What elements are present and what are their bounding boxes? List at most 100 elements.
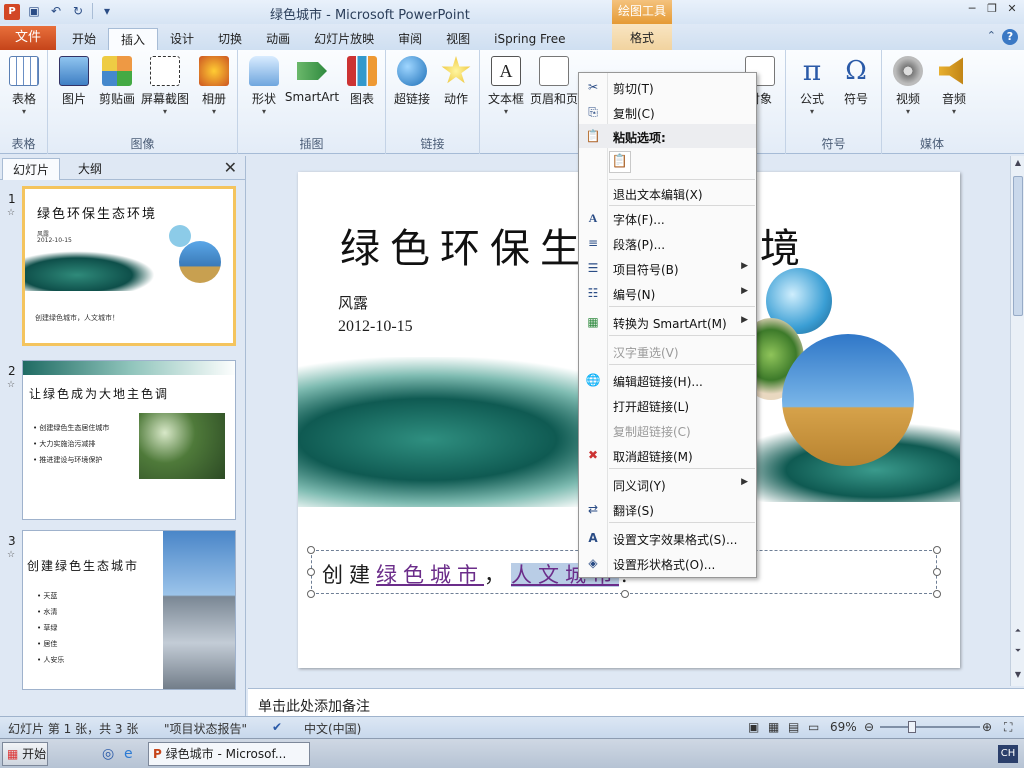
view-slideshow-icon[interactable]: ▭: [808, 720, 819, 734]
menu-item-exit-text-edit[interactable]: 退出文本编辑(X): [579, 181, 756, 205]
header-footer-button[interactable]: 页眉和页: [528, 56, 580, 107]
scroll-thumb[interactable]: [1013, 176, 1023, 316]
ie-icon[interactable]: e: [124, 746, 133, 762]
menu-item-cut[interactable]: ✂ 剪切(T): [579, 75, 756, 99]
screenshot-button[interactable]: 屏幕截图 ▾: [140, 56, 190, 116]
menu-item-copy[interactable]: ⎘ 复制(C): [579, 100, 756, 124]
video-button[interactable]: 视频 ▾: [886, 56, 930, 116]
chart-button[interactable]: 图表: [342, 56, 382, 107]
scroll-page-down-icon[interactable]: ⏷: [1011, 646, 1024, 656]
menu-item-shape-format[interactable]: ◈ 设置形状格式(O)...: [579, 551, 756, 575]
status-bar: 幻灯片 第 1 张，共 3 张 "项目状态报告" ✔ 中文(中国) ▣ ▦ ▤ …: [0, 716, 1024, 738]
action-button[interactable]: 动作: [436, 56, 476, 107]
theme-name[interactable]: "项目状态报告": [164, 720, 247, 737]
spellcheck-icon[interactable]: ✔: [272, 720, 282, 734]
resize-handle[interactable]: [621, 590, 629, 598]
view-reading-icon[interactable]: ▤: [788, 720, 799, 734]
ribbon-insert: 表格 ▾ 表格 图片 剪贴画 屏幕截图 ▾ 相册 ▾ 图像 形状 ▾ Smart…: [0, 50, 1024, 154]
tab-format[interactable]: 格式: [612, 24, 672, 50]
menu-item-convert-smartart[interactable]: ▦ 转换为 SmartArt(M) ▶: [579, 310, 756, 334]
resize-handle[interactable]: [933, 546, 941, 554]
resize-handle[interactable]: [307, 590, 315, 598]
language-indicator[interactable]: 中文(中国): [304, 720, 361, 737]
equation-button[interactable]: π 公式 ▾: [792, 56, 832, 117]
notes-pane[interactable]: 单击此处添加备注: [248, 688, 1024, 716]
speaker-icon: [939, 57, 963, 85]
symbol-button[interactable]: Ω 符号: [836, 56, 876, 107]
slide-author[interactable]: 风露: [338, 292, 368, 313]
minimize-ribbon-icon[interactable]: ⌃: [987, 29, 996, 42]
slide-thumbnail-2[interactable]: 让绿色成为大地主色调 • 创建绿色生态居住城市 • 大力实施治污减排 • 推进建…: [22, 360, 236, 520]
ime-indicator[interactable]: CH: [998, 745, 1018, 763]
zoom-in-icon[interactable]: ⊕: [982, 720, 992, 734]
save-icon[interactable]: ▣: [26, 3, 42, 19]
quick-launch-icon[interactable]: ◎: [102, 746, 114, 762]
menu-item-remove-hyperlink[interactable]: ✖ 取消超链接(M): [579, 443, 756, 467]
shapes-button[interactable]: 形状 ▾: [244, 56, 284, 116]
smartart-button[interactable]: SmartArt: [284, 56, 340, 104]
resize-handle[interactable]: [307, 546, 315, 554]
menu-item-edit-hyperlink[interactable]: 🌐 编辑超链接(H)...: [579, 368, 756, 392]
tab-view[interactable]: 视图: [434, 28, 482, 50]
tab-design[interactable]: 设计: [158, 28, 206, 50]
close-icon[interactable]: ✕: [1004, 2, 1020, 16]
taskbar-item-powerpoint[interactable]: P 绿色城市 - Microsof...: [148, 742, 310, 766]
zoom-slider-knob[interactable]: [908, 721, 916, 733]
menu-item-text-effects[interactable]: A 设置文字效果格式(S)...: [579, 526, 756, 550]
close-panel-icon[interactable]: ✕: [224, 158, 237, 177]
album-button[interactable]: 相册 ▾: [194, 56, 234, 116]
hyperlink-green-city[interactable]: 绿色城市: [376, 563, 484, 587]
tab-transitions[interactable]: 切换: [206, 28, 254, 50]
hyperlink-button[interactable]: 超链接: [390, 56, 434, 107]
textbox-button[interactable]: A 文本框 ▾: [484, 56, 528, 116]
tab-animations[interactable]: 动画: [254, 28, 302, 50]
tab-slideshow[interactable]: 幻灯片放映: [302, 28, 386, 50]
menu-separator: [609, 468, 755, 469]
resize-handle[interactable]: [933, 568, 941, 576]
tab-file[interactable]: 文件: [0, 26, 56, 50]
view-sorter-icon[interactable]: ▦: [768, 720, 779, 734]
zoom-out-icon[interactable]: ⊖: [864, 720, 874, 734]
slide-thumbnail-3[interactable]: 创建绿色生态城市 • 天蓝 • 水清 • 草绿 • 居佳 • 人安乐: [22, 530, 236, 690]
menu-separator: [609, 306, 755, 307]
menu-item-open-hyperlink[interactable]: 打开超链接(L): [579, 393, 756, 417]
bullet-text: 推进建设与环境保护: [39, 456, 103, 464]
menu-item-font[interactable]: A 字体(F)...: [579, 206, 756, 230]
scroll-down-icon[interactable]: ▼: [1011, 670, 1024, 679]
tab-ispring[interactable]: iSpring Free: [482, 28, 577, 50]
menu-item-synonyms[interactable]: 同义词(Y) ▶: [579, 472, 756, 496]
resize-handle[interactable]: [933, 590, 941, 598]
scroll-page-up-icon[interactable]: ⏶: [1011, 626, 1024, 636]
menu-item-bullets[interactable]: ☰ 项目符号(B) ▶: [579, 256, 756, 280]
undo-icon[interactable]: ↶: [48, 3, 64, 19]
powerpoint-app-icon[interactable]: P: [4, 4, 20, 20]
help-icon[interactable]: ?: [1002, 29, 1018, 45]
redo-icon[interactable]: ↻: [70, 3, 86, 19]
audio-button[interactable]: 音频 ▾: [932, 56, 976, 116]
menu-item-numbering[interactable]: ☷ 编号(N) ▶: [579, 281, 756, 305]
start-button[interactable]: ▦ 开始: [2, 742, 48, 766]
fit-to-window-icon[interactable]: ⛶: [1004, 720, 1012, 735]
slide-thumbnail-1[interactable]: 绿色环保生态环境 风露 2012-10-15 创建绿色城市，人文城市！: [22, 186, 236, 346]
clipart-button[interactable]: 剪贴画: [96, 56, 138, 107]
tab-review[interactable]: 审阅: [386, 28, 434, 50]
table-button[interactable]: 表格 ▾: [4, 56, 44, 116]
slide-date[interactable]: 2012-10-15: [338, 318, 413, 336]
scroll-up-icon[interactable]: ▲: [1011, 158, 1024, 167]
menu-item-translate[interactable]: ⇄ 翻译(S): [579, 497, 756, 521]
view-normal-icon[interactable]: ▣: [748, 720, 759, 734]
tab-outline[interactable]: 大纲: [68, 158, 112, 180]
tab-home[interactable]: 开始: [60, 28, 108, 50]
zoom-level[interactable]: 69%: [830, 720, 857, 734]
resize-handle[interactable]: [307, 568, 315, 576]
minimize-icon[interactable]: ─: [964, 2, 980, 16]
tab-slides[interactable]: 幻灯片: [2, 158, 61, 180]
vertical-scrollbar[interactable]: ▲ ⏶ ⏷ ▼: [1010, 156, 1024, 686]
picture-button[interactable]: 图片: [54, 56, 94, 107]
tab-insert[interactable]: 插入: [108, 28, 159, 52]
customize-qat-icon[interactable]: ▾: [99, 3, 115, 19]
menu-item-paragraph[interactable]: ≡ 段落(P)...: [579, 231, 756, 255]
paste-option-keep-text[interactable]: 📋: [579, 149, 756, 175]
restore-icon[interactable]: ❐: [984, 2, 1000, 16]
zoom-slider[interactable]: [880, 726, 980, 728]
